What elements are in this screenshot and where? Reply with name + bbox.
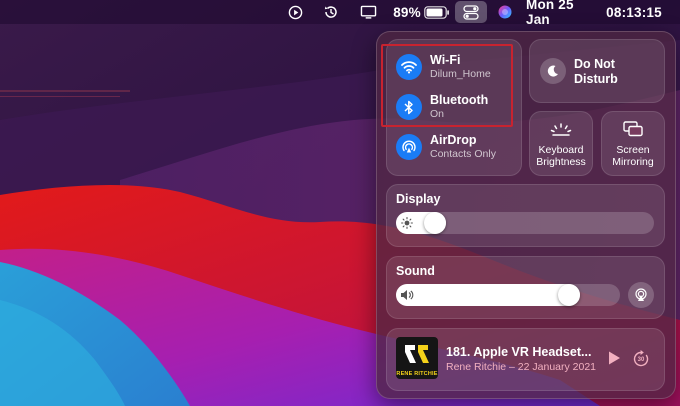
airplay-audio-icon[interactable] [628, 282, 654, 308]
dnd-title-line1: Do Not [574, 57, 615, 71]
menubar-time[interactable]: 08:13:15 [605, 0, 663, 24]
display-icon[interactable] [357, 0, 379, 24]
display-slider-knob[interactable] [424, 212, 446, 234]
keyboard-brightness-icon [550, 123, 572, 136]
screen-mirroring-label-line1: Screen [616, 144, 650, 156]
battery-fill [426, 8, 443, 16]
keyboard-brightness-tile[interactable]: Keyboard Brightness [529, 111, 593, 176]
keyboard-brightness-label-line2: Brightness [536, 156, 586, 168]
menubar-date[interactable]: Mon 25 Jan [526, 0, 600, 27]
speaker-icon [401, 290, 414, 300]
airdrop-status: Contacts Only [430, 148, 496, 160]
sound-slider-knob[interactable] [558, 284, 580, 306]
play-triangle-icon [609, 351, 620, 365]
album-caption: RENE RITCHIE [396, 371, 438, 377]
play-icon[interactable] [286, 0, 304, 24]
sound-volume-slider[interactable] [396, 284, 620, 306]
time-machine-icon[interactable] [322, 0, 340, 24]
now-playing-title: 181. Apple VR Headset... [446, 345, 592, 359]
screen-mirroring-tile[interactable]: Screen Mirroring [601, 111, 665, 176]
display-brightness-slider[interactable] [396, 212, 654, 234]
airdrop-title: AirDrop [430, 133, 477, 147]
now-playing-subtitle: Rene Ritchie – 22 January 2021 [446, 361, 597, 373]
control-center-icon[interactable] [455, 1, 487, 23]
skip-forward-30-button[interactable]: 30 [632, 349, 650, 369]
play-button[interactable] [607, 350, 623, 368]
highlight-annotation [381, 44, 513, 127]
dnd-title-line2: Disturb [574, 72, 618, 86]
screen-mirroring-icon [623, 121, 643, 137]
siri-icon[interactable] [496, 0, 514, 24]
battery-percentage: 89% [393, 4, 421, 20]
sun-icon [401, 217, 413, 229]
rene-ritchie-logo-icon [405, 345, 429, 363]
airdrop-icon[interactable] [396, 134, 422, 160]
sound-slider-fill [396, 284, 580, 306]
moon-icon[interactable] [540, 58, 566, 84]
menu-bar: 89% Mon 25 Jan 08:13:15 [0, 0, 680, 27]
display-title: Display [396, 192, 441, 206]
screen-mirroring-label-line2: Mirroring [612, 156, 654, 168]
album-art[interactable]: RENE RITCHIE [396, 337, 438, 379]
skip-forward-seconds: 30 [637, 357, 645, 363]
sound-title: Sound [396, 264, 435, 278]
battery-icon[interactable] [423, 0, 451, 24]
keyboard-brightness-label-line1: Keyboard [538, 144, 584, 156]
